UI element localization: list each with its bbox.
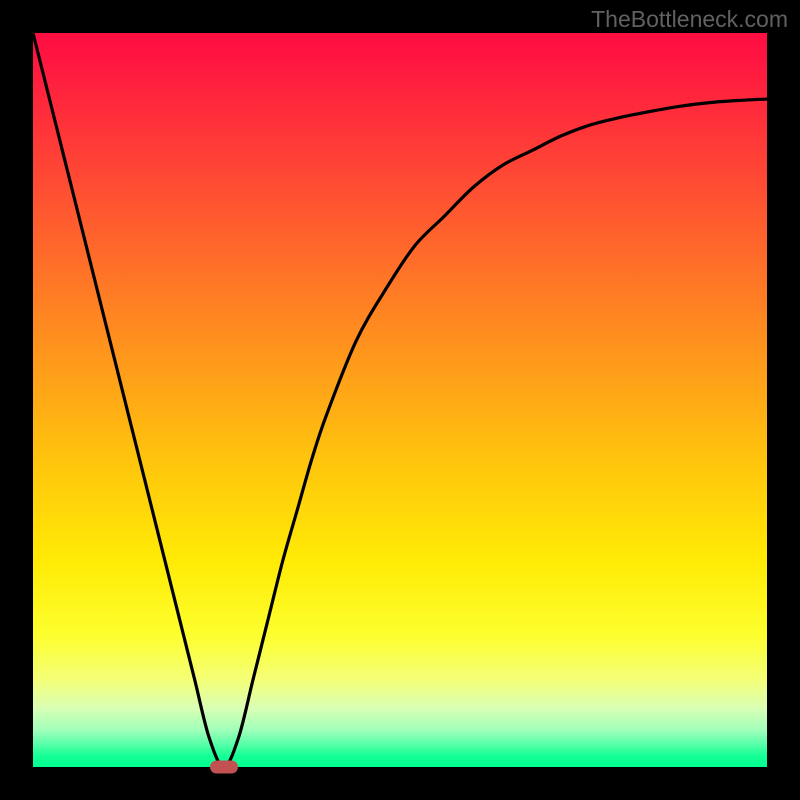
watermark-text: TheBottleneck.com — [591, 6, 788, 33]
plot-area — [33, 33, 767, 767]
chart-frame: TheBottleneck.com — [0, 0, 800, 800]
curve-layer — [33, 33, 767, 767]
optimum-marker — [210, 761, 238, 774]
bottleneck-curve — [33, 33, 767, 767]
